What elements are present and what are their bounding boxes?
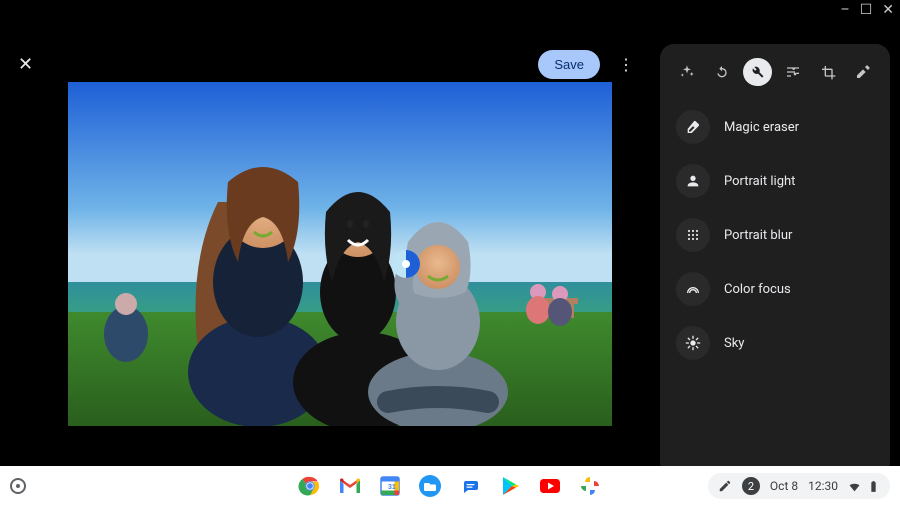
calendar-icon: 31 <box>378 474 402 498</box>
sliders-icon <box>785 64 801 80</box>
tool-label: Portrait light <box>724 174 795 189</box>
window-maximize-button[interactable]: ☐ <box>860 2 873 18</box>
tool-portrait-light[interactable]: Portrait light <box>670 158 880 204</box>
overflow-menu-button[interactable]: ⋮ <box>612 51 640 78</box>
window-controls: – ☐ ✕ <box>841 2 894 18</box>
launcher-button[interactable] <box>10 478 26 494</box>
sun-icon <box>676 326 710 360</box>
notification-count: 2 <box>742 477 760 495</box>
save-button[interactable]: Save <box>538 50 600 79</box>
person-icon <box>676 164 710 198</box>
svg-text:31: 31 <box>388 484 396 491</box>
tool-label: Portrait blur <box>724 228 792 243</box>
window-minimize-button[interactable]: – <box>841 2 850 18</box>
window-close-button[interactable]: ✕ <box>882 2 894 18</box>
panel-tabs <box>670 56 880 100</box>
system-icons <box>848 480 880 493</box>
tab-suggestions[interactable] <box>672 58 701 86</box>
tools-icon <box>749 64 765 80</box>
editor-close-button[interactable]: ✕ <box>18 54 33 75</box>
photo-canvas[interactable] <box>68 82 612 426</box>
tab-adjust[interactable] <box>778 58 807 86</box>
battery-icon <box>867 480 880 493</box>
grid-dots-icon <box>676 218 710 252</box>
photos-icon <box>578 474 602 498</box>
messages-icon <box>458 474 482 498</box>
tool-sky[interactable]: Sky <box>670 320 880 366</box>
gmail-icon <box>338 474 362 498</box>
tab-rotate[interactable] <box>707 58 736 86</box>
tool-label: Color focus <box>724 282 791 297</box>
tab-markup[interactable] <box>849 58 878 86</box>
tab-tools[interactable] <box>743 58 772 86</box>
app-files[interactable] <box>418 474 442 498</box>
status-tray[interactable]: 2 Oct 8 12:30 <box>708 473 890 499</box>
chrome-icon <box>298 474 322 498</box>
rotate-icon <box>714 64 730 80</box>
files-icon <box>418 474 442 498</box>
tool-label: Sky <box>724 336 744 351</box>
editor-top-actions: Save ⋮ <box>538 50 640 79</box>
app-messages[interactable] <box>458 474 482 498</box>
photo-editor: ✕ Save ⋮ <box>0 20 900 466</box>
app-photos[interactable] <box>578 474 602 498</box>
tool-color-focus[interactable]: Color focus <box>670 266 880 312</box>
app-gmail[interactable] <box>338 474 362 498</box>
tool-portrait-blur[interactable]: Portrait blur <box>670 212 880 258</box>
status-date: Oct 8 <box>770 479 798 493</box>
app-calendar[interactable]: 31 <box>378 474 402 498</box>
shelf-left <box>10 478 26 494</box>
tab-crop[interactable] <box>813 58 842 86</box>
eraser-icon <box>676 110 710 144</box>
shelf-apps: 31 <box>298 474 602 498</box>
play-store-icon <box>498 474 522 498</box>
status-time: 12:30 <box>808 479 838 493</box>
rainbow-icon <box>676 272 710 306</box>
markup-icon <box>855 64 871 80</box>
app-play-store[interactable] <box>498 474 522 498</box>
stylus-icon <box>718 479 732 493</box>
tool-list: Magic eraser Portrait light Portrait blu… <box>670 104 880 366</box>
shelf: 31 <box>0 466 900 506</box>
shelf-status: 2 Oct 8 12:30 <box>708 473 890 499</box>
wifi-icon <box>848 480 861 493</box>
crop-icon <box>820 64 836 80</box>
app-youtube[interactable] <box>538 474 562 498</box>
app-chrome[interactable] <box>298 474 322 498</box>
youtube-icon <box>538 474 562 498</box>
tool-magic-eraser[interactable]: Magic eraser <box>670 104 880 150</box>
sparkle-icon <box>679 64 695 80</box>
tools-panel: Magic eraser Portrait light Portrait blu… <box>660 44 890 476</box>
tool-label: Magic eraser <box>724 120 799 135</box>
